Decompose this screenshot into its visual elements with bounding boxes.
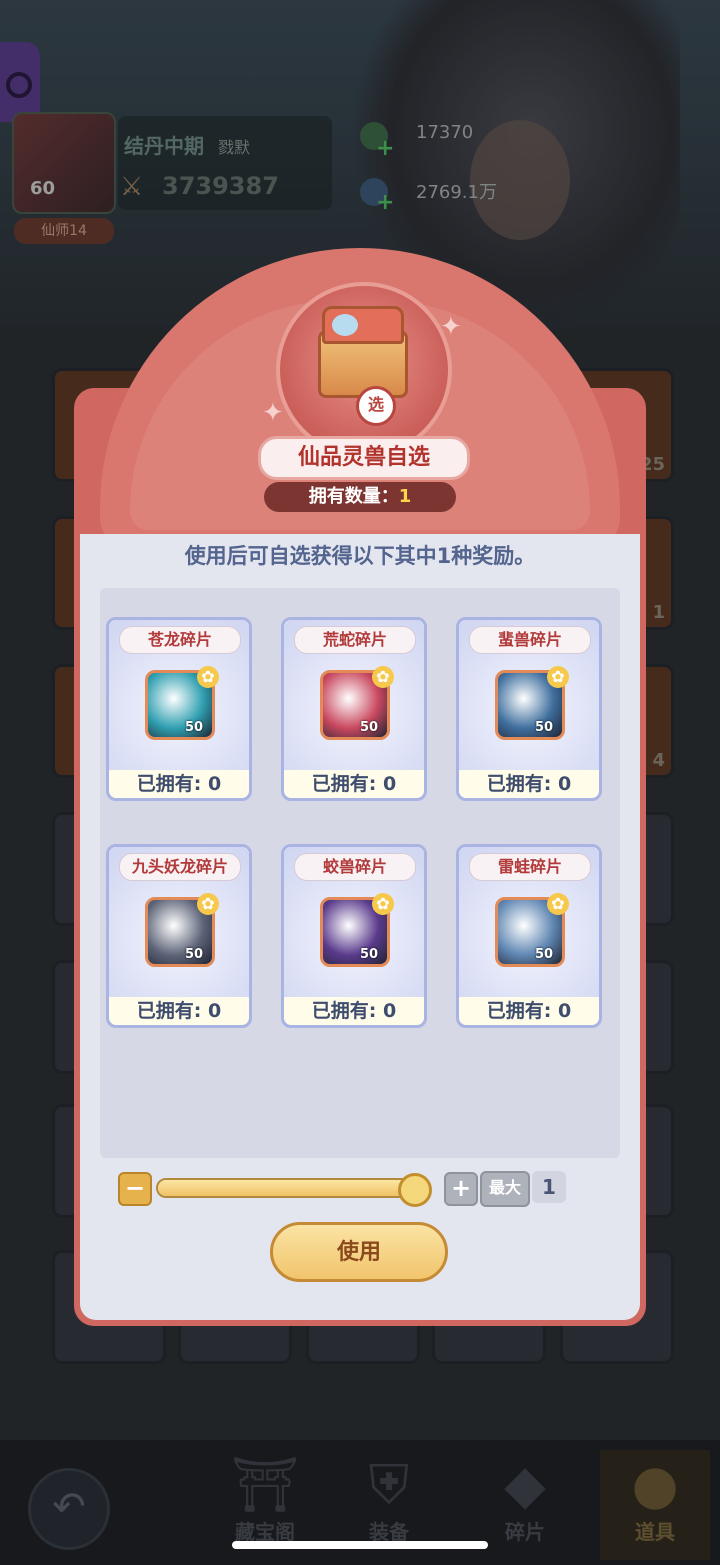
- owned-count-value: 1: [398, 486, 412, 507]
- star-badge-icon: ✿: [547, 666, 569, 688]
- reward-level: 50: [185, 947, 204, 962]
- reward-name: 荒蛇碎片: [294, 626, 416, 654]
- increase-button[interactable]: +: [444, 1172, 478, 1206]
- use-button[interactable]: 使用: [270, 1222, 448, 1282]
- dialog-title: 仙品灵兽自选: [258, 436, 470, 480]
- star-badge-icon: ✿: [197, 893, 219, 915]
- reward-card[interactable]: 九头妖龙碎片 ✿ 50 已拥有: 0: [106, 844, 252, 1028]
- home-indicator: [232, 1541, 488, 1549]
- max-quantity-button[interactable]: 最大: [480, 1171, 530, 1207]
- reward-name: 雷蛙碎片: [469, 853, 591, 881]
- reward-level: 50: [185, 720, 204, 735]
- quantity-slider-handle[interactable]: [398, 1173, 432, 1207]
- reward-level: 50: [535, 720, 554, 735]
- decrease-button[interactable]: −: [118, 1172, 152, 1206]
- dragon-figurine-icon: [332, 314, 358, 336]
- sparkle-icon: ✦: [262, 398, 284, 428]
- owned-count-label: 拥有数量：: [308, 486, 399, 507]
- reward-card[interactable]: 雷蛙碎片 ✿ 50 已拥有: 0: [456, 844, 602, 1028]
- reward-card[interactable]: 蛟兽碎片 ✿ 50 已拥有: 0: [281, 844, 427, 1028]
- star-badge-icon: ✿: [197, 666, 219, 688]
- star-badge-icon: ✿: [372, 893, 394, 915]
- reward-name: 蜚兽碎片: [469, 626, 591, 654]
- reward-name: 苍龙碎片: [119, 626, 241, 654]
- reward-owned-count: 已拥有: 0: [284, 770, 424, 798]
- reward-owned-count: 已拥有: 0: [284, 997, 424, 1025]
- quantity-value: 1: [532, 1171, 566, 1203]
- reward-owned-count: 已拥有: 0: [109, 997, 249, 1025]
- star-badge-icon: ✿: [547, 893, 569, 915]
- reward-level: 50: [360, 947, 379, 962]
- sparkle-icon: ✦: [440, 312, 462, 342]
- star-badge-icon: ✿: [372, 666, 394, 688]
- choice-badge: 选: [356, 386, 396, 426]
- reward-name: 蛟兽碎片: [294, 853, 416, 881]
- reward-owned-count: 已拥有: 0: [459, 997, 599, 1025]
- reward-owned-count: 已拥有: 0: [109, 770, 249, 798]
- dialog-description: 使用后可自选获得以下其中1种奖励。: [184, 544, 536, 568]
- reward-card[interactable]: 苍龙碎片 ✿ 50 已拥有: 0: [106, 617, 252, 801]
- reward-card[interactable]: 蜚兽碎片 ✿ 50 已拥有: 0: [456, 617, 602, 801]
- quantity-slider-fill: [158, 1180, 426, 1196]
- reward-owned-count: 已拥有: 0: [459, 770, 599, 798]
- reward-card[interactable]: 荒蛇碎片 ✿ 50 已拥有: 0: [281, 617, 427, 801]
- reward-level: 50: [535, 947, 554, 962]
- quantity-slider[interactable]: [156, 1178, 428, 1198]
- reward-level: 50: [360, 720, 379, 735]
- owned-count: 拥有数量：1: [264, 482, 456, 512]
- reward-name: 九头妖龙碎片: [119, 853, 241, 881]
